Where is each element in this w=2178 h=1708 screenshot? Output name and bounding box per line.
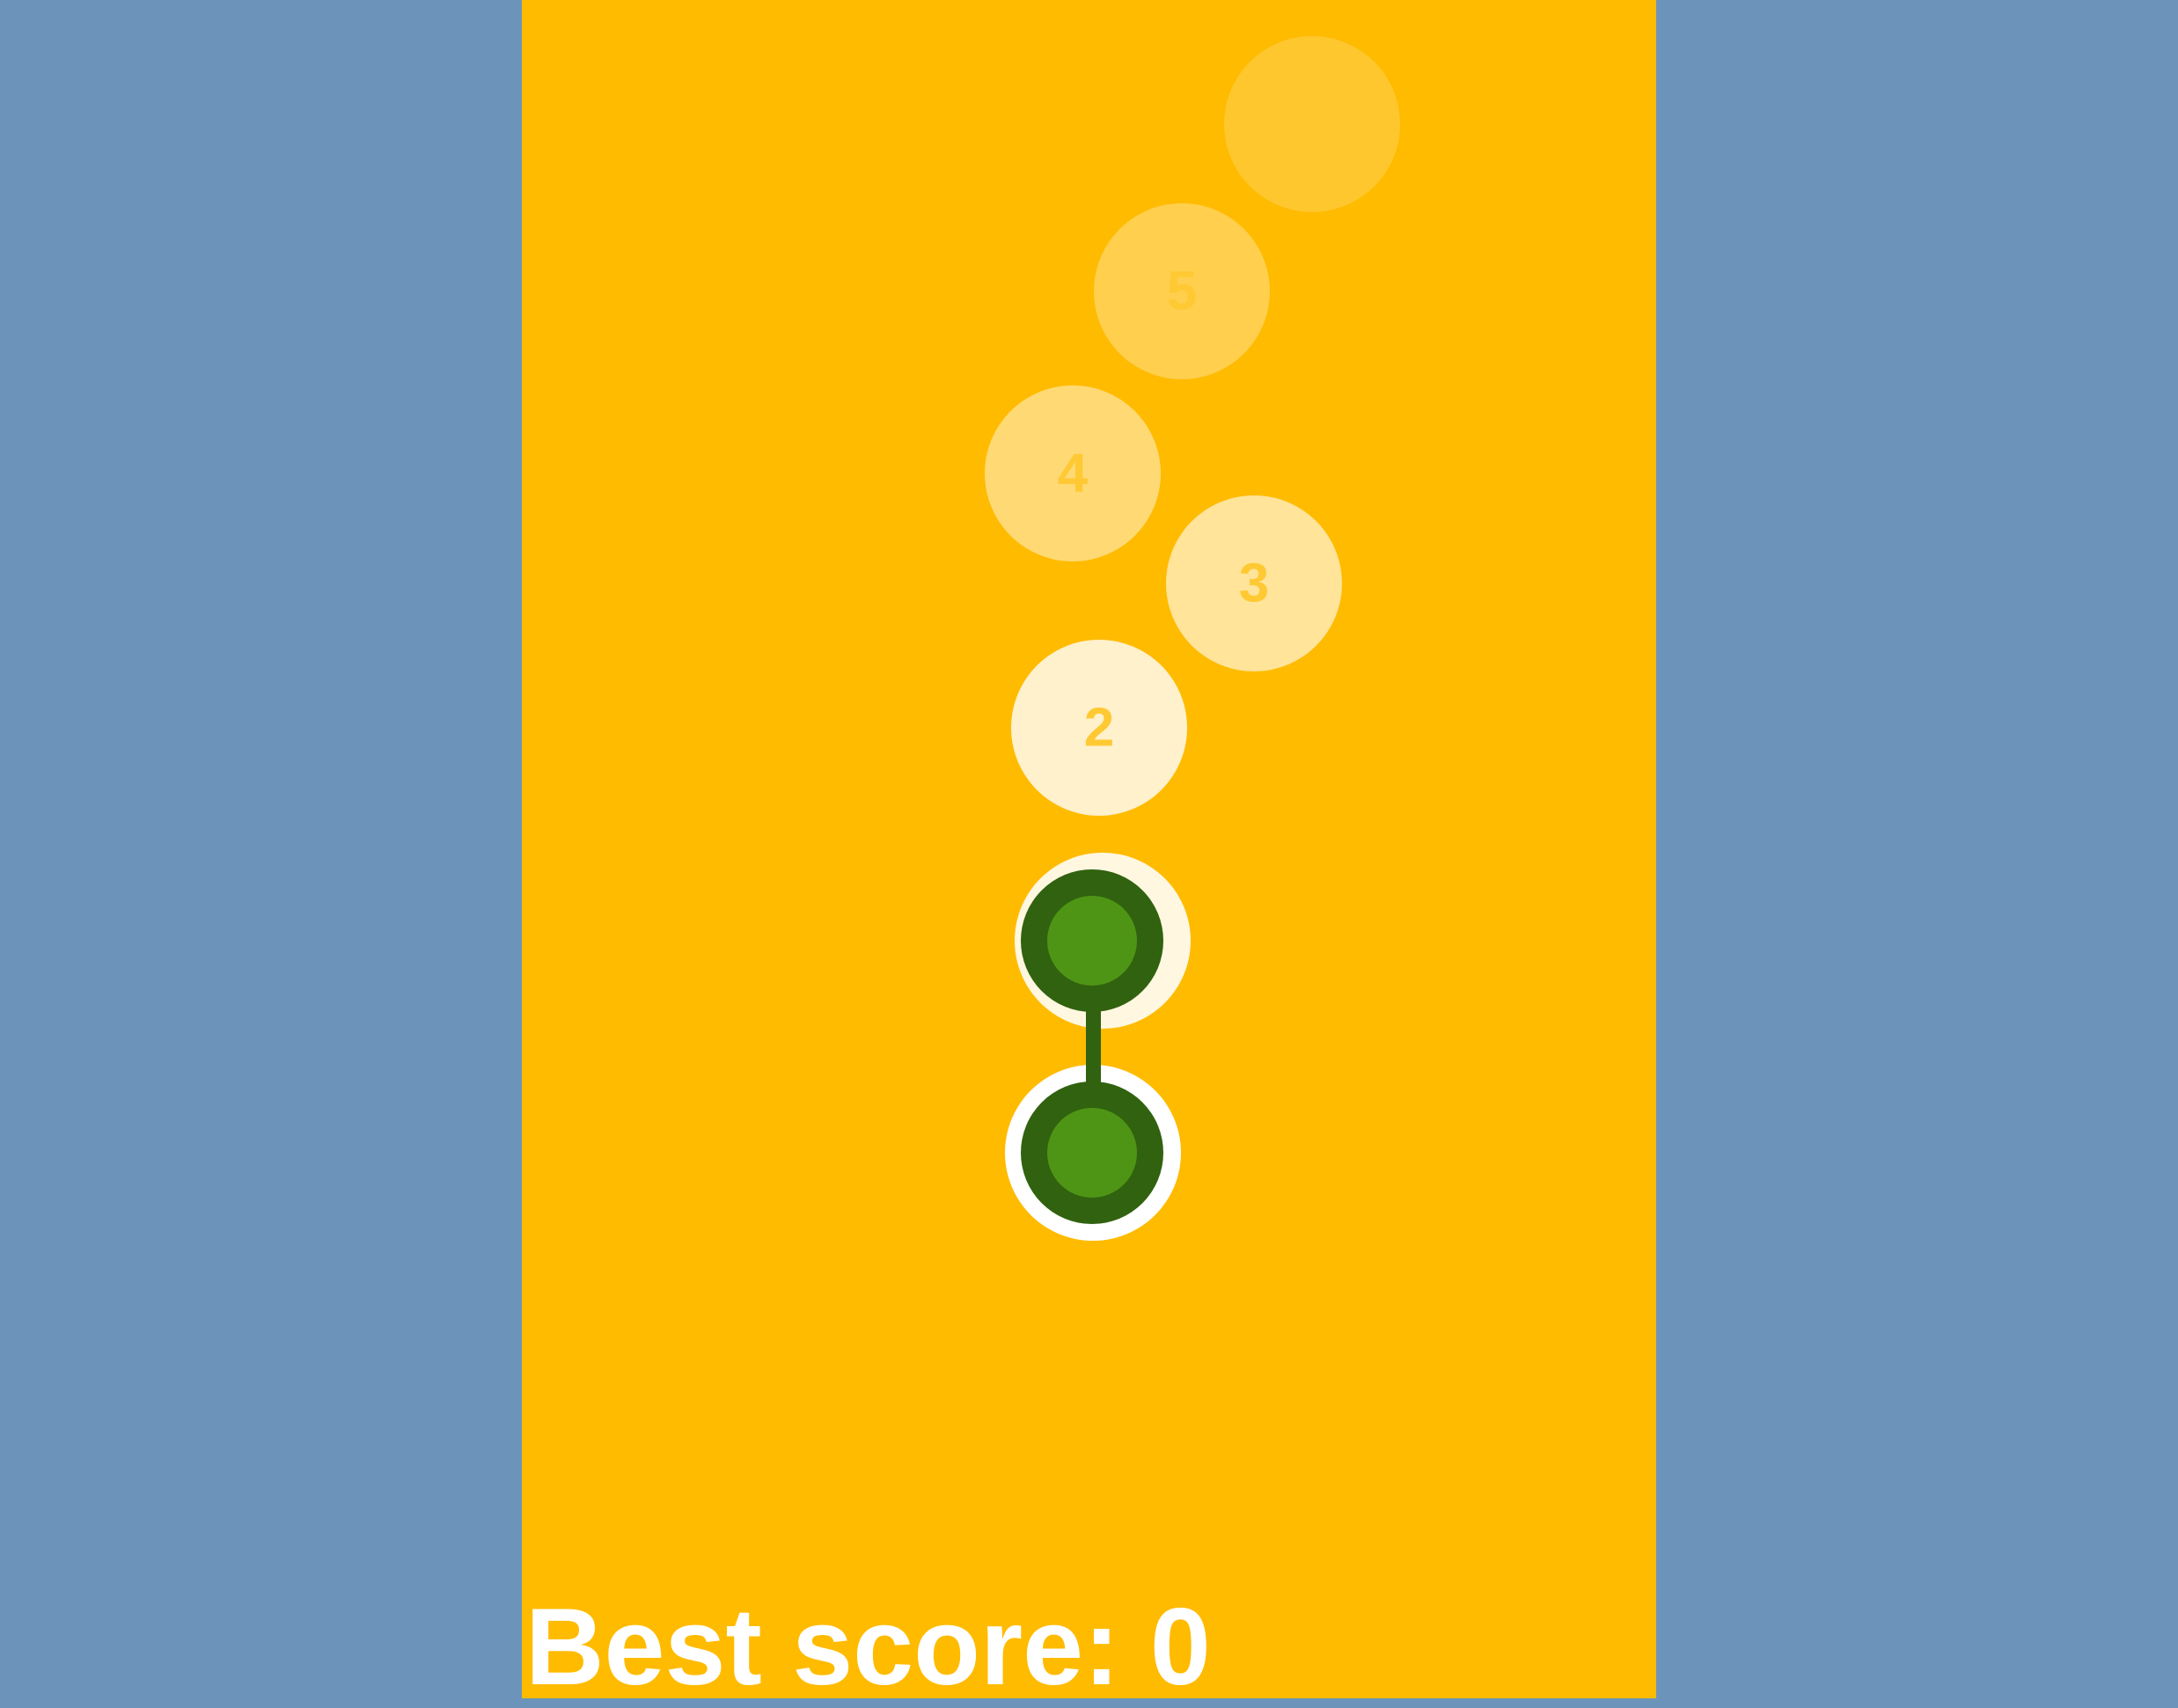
target-number: 2 xyxy=(1084,698,1114,759)
playfield[interactable]: 5 4 3 2 xyxy=(522,0,1656,1698)
game-canvas[interactable]: 5 4 3 2 xyxy=(522,0,1656,1698)
best-score-label: Best score: 0 xyxy=(525,1587,1211,1708)
lower-player-ball[interactable] xyxy=(1021,1081,1163,1224)
upper-player-ball[interactable] xyxy=(1021,869,1163,1012)
target-circle: 2 xyxy=(1011,640,1187,816)
game-screen: 5 4 3 2 Best score: 0 xyxy=(0,0,2178,1702)
target-number: 5 xyxy=(1167,261,1197,322)
target-circle xyxy=(1224,36,1400,212)
target-number: 4 xyxy=(1058,443,1089,504)
target-circle: 5 xyxy=(1094,203,1270,379)
target-circle: 4 xyxy=(985,385,1161,561)
target-circle: 3 xyxy=(1166,495,1342,671)
target-number: 3 xyxy=(1239,553,1269,614)
player-dumbbell[interactable] xyxy=(1021,869,1163,1224)
